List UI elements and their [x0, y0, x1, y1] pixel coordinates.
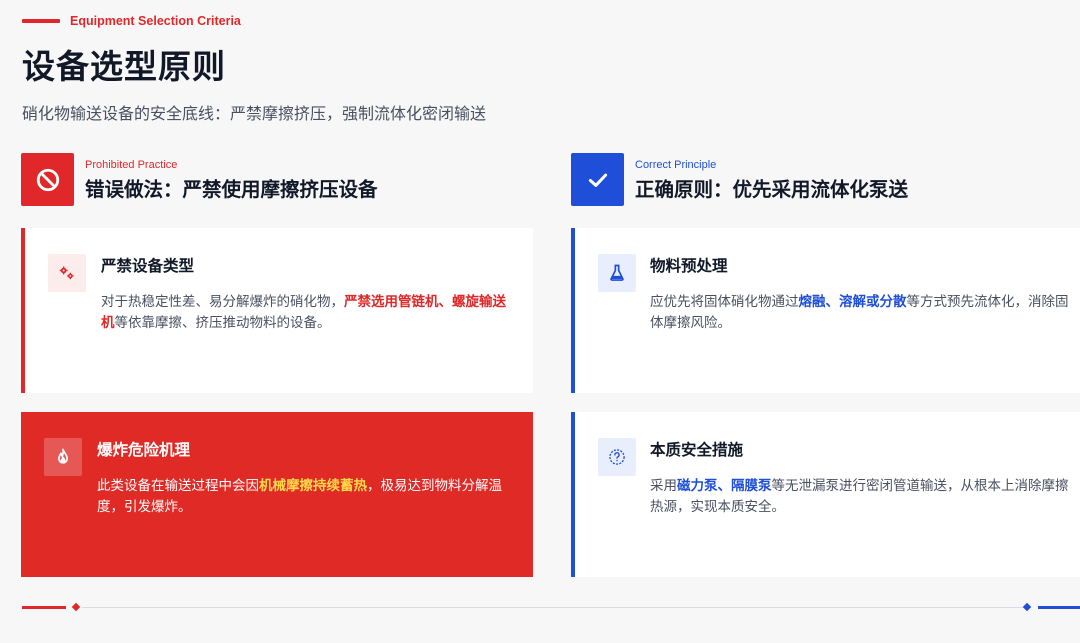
question-icon: [598, 438, 636, 476]
page-title: 设备选型原则: [22, 47, 226, 86]
intrinsic-safety-card: 本质安全措施 采用磁力泵、隔膜泵等无泄漏泵进行密闭管道输送，从根本上消除摩擦热源…: [571, 412, 1080, 577]
check-icon: [571, 153, 624, 206]
card-title: 爆炸危险机理: [97, 441, 191, 459]
card-body-text: 对于热稳定性差、易分解爆炸的硝化物，: [101, 294, 344, 310]
card-body-text: 此类设备在输送过程中会因: [97, 478, 259, 494]
card-body-separator: 、: [717, 478, 732, 494]
material-pretreatment-card: 物料预处理 应优先将固体硝化物通过熔融、溶解或分散等方式预先流体化，消除固体摩擦…: [571, 228, 1080, 393]
footer-divider: [22, 602, 1080, 613]
card-title: 物料预处理: [650, 257, 728, 275]
fire-icon: [44, 438, 82, 476]
card-body-highlight: 溶解或分散: [839, 294, 907, 310]
card-body: 对于热稳定性差、易分解爆炸的硝化物，严禁选用管链机、螺旋输送机等依靠摩擦、挤压推…: [101, 292, 513, 334]
footer-red-segment: [22, 606, 66, 609]
card-body-highlight: 机械摩擦持续蓄热: [259, 478, 367, 494]
correct-label-en: Correct Principle: [635, 159, 717, 171]
eyebrow: Equipment Selection Criteria: [22, 14, 241, 28]
eyebrow-bar: [22, 19, 60, 23]
eyebrow-text: Equipment Selection Criteria: [70, 14, 241, 28]
card-title: 本质安全措施: [650, 441, 744, 459]
correct-section-header: Correct Principle 正确原则：优先采用流体化泵送: [571, 153, 908, 206]
card-body: 采用磁力泵、隔膜泵等无泄漏泵进行密闭管道输送，从根本上消除摩擦热源，实现本质安全…: [650, 476, 1070, 518]
card-body-separator: 、: [825, 294, 840, 310]
footer-blue-diamond: [1022, 602, 1032, 612]
footer-line: [82, 607, 1028, 608]
card-title: 严禁设备类型: [101, 257, 195, 275]
prohibited-icon: [21, 153, 74, 206]
gears-icon: [48, 254, 86, 292]
card-body-text: 等依靠摩擦、挤压推动物料的设备。: [114, 315, 331, 331]
card-body-highlight: 熔融: [798, 294, 826, 310]
footer-red-diamond: [71, 602, 81, 612]
card-body: 此类设备在输送过程中会因机械摩擦持续蓄热，极易达到物料分解温度，引发爆炸。: [97, 476, 513, 518]
card-body-highlight: 隔膜泵: [731, 478, 772, 494]
prohibited-section-header: Prohibited Practice 错误做法：严禁使用摩擦挤压设备: [21, 153, 378, 206]
footer-blue-segment: [1038, 606, 1080, 609]
prohibited-label-zh: 错误做法：严禁使用摩擦挤压设备: [85, 178, 378, 201]
card-body: 应优先将固体硝化物通过熔融、溶解或分散等方式预先流体化，消除固体摩擦风险。: [650, 292, 1070, 334]
correct-label-zh: 正确原则：优先采用流体化泵送: [635, 178, 909, 201]
prohibited-equipment-card: 严禁设备类型 对于热稳定性差、易分解爆炸的硝化物，严禁选用管链机、螺旋输送机等依…: [21, 228, 533, 393]
card-body-highlight: 磁力泵: [677, 478, 718, 494]
flask-icon: [598, 254, 636, 292]
card-body-text: 应优先将固体硝化物通过: [650, 294, 799, 310]
card-body-text: 采用: [650, 478, 677, 494]
page-subtitle: 硝化物输送设备的安全底线：严禁摩擦挤压，强制流体化密闭输送: [22, 104, 487, 123]
explosion-mechanism-card: 爆炸危险机理 此类设备在输送过程中会因机械摩擦持续蓄热，极易达到物料分解温度，引…: [21, 412, 533, 577]
prohibited-label-en: Prohibited Practice: [85, 159, 178, 171]
